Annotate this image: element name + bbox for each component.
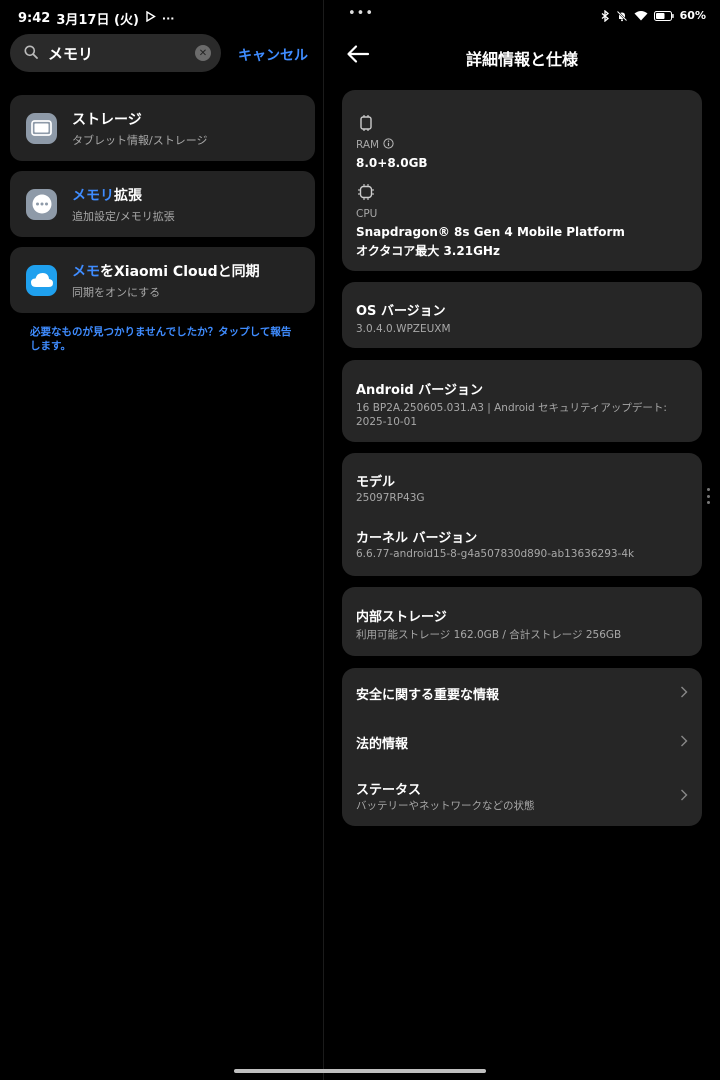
info-links-card: 安全に関する重要な情報 法的情報 ステータス バッテリーやネットワークなどの状態: [342, 668, 702, 826]
pane-divider: [323, 0, 324, 1080]
internal-storage-value: 利用可能ストレージ 162.0GB / 合計ストレージ 256GB: [356, 629, 622, 641]
internal-storage-title: 内部ストレージ: [356, 610, 447, 625]
ram-value: 8.0+8.0GB: [356, 156, 428, 170]
page-title: 詳細情報と仕様: [465, 50, 578, 69]
chevron-right-icon: [681, 735, 688, 747]
internal-storage-card[interactable]: 内部ストレージ 利用可能ストレージ 162.0GB / 合計ストレージ 256G…: [342, 587, 702, 656]
kernel-version-title: カーネル バージョン: [356, 531, 478, 546]
cpu-frequency: オクタコア最大 3.21GHz: [356, 244, 500, 258]
model-title: モデル: [356, 475, 396, 490]
os-version-card[interactable]: OS バージョン 3.0.4.0.WPZEUXM: [342, 282, 702, 348]
wifi-icon: [634, 10, 648, 21]
model-value: 25097RP43G: [356, 492, 425, 504]
info-icon[interactable]: [383, 138, 394, 152]
status-item[interactable]: ステータス バッテリーやネットワークなどの状態: [342, 764, 702, 826]
result-title: ストレージ: [72, 111, 142, 128]
memory-chip-icon: [359, 115, 373, 135]
result-title: メモをXiaomi Cloudと同期: [72, 263, 260, 280]
home-gesture-bar[interactable]: [234, 1069, 486, 1073]
result-title: メモリ拡張: [72, 187, 142, 204]
search-query[interactable]: メモリ: [48, 43, 195, 64]
bluetooth-icon: [601, 9, 610, 22]
clear-search-icon[interactable]: ✕: [195, 45, 211, 61]
os-version-value: 3.0.4.0.WPZEUXM: [356, 323, 451, 335]
storage-icon: [26, 112, 57, 144]
search-result-storage[interactable]: ストレージ タブレット情報/ストレージ: [10, 95, 315, 161]
cpu-value: Snapdragon® 8s Gen 4 Mobile Platform: [356, 225, 625, 239]
result-subtitle: 追加設定/メモリ拡張: [72, 209, 175, 223]
battery-icon: [653, 10, 674, 21]
ram-label-row: RAM: [356, 138, 394, 152]
result-subtitle: タブレット情報/ストレージ: [72, 133, 208, 147]
hardware-card: RAM 8.0+8.0GB CPU Snapdragon® 8s Gen 4 M…: [342, 90, 702, 271]
safety-info-item[interactable]: 安全に関する重要な情報: [342, 668, 702, 716]
bell-off-icon: [616, 10, 628, 22]
battery-percent: 60%: [679, 9, 706, 22]
search-result-memory-expansion[interactable]: メモリ拡張 追加設定/メモリ拡張: [10, 171, 315, 237]
legal-info-title: 法的情報: [356, 737, 409, 752]
legal-info-item[interactable]: 法的情報: [342, 716, 702, 764]
chevron-right-icon: [681, 789, 688, 801]
status-bar-right: 60%: [601, 9, 706, 22]
result-subtitle: 同期をオンにする: [72, 285, 161, 299]
status-subtitle: バッテリーやネットワークなどの状態: [356, 800, 535, 812]
ram-label: RAM: [356, 139, 380, 151]
status-title: ステータス: [356, 783, 422, 798]
report-missing-link[interactable]: 必要なものが見つかりませんでしたか？タップして報告します。: [30, 325, 298, 353]
android-version-card[interactable]: Android バージョン 16 BP2A.250605.031.A3 | An…: [342, 360, 702, 442]
multitask-dots[interactable]: •••: [348, 6, 374, 21]
cancel-button[interactable]: キャンセル: [238, 45, 308, 65]
pane-resize-handle[interactable]: [707, 488, 711, 504]
chevron-right-icon: [681, 686, 688, 698]
safety-info-title: 安全に関する重要な情報: [356, 688, 500, 703]
android-version-title: Android バージョン: [356, 383, 483, 398]
cpu-chip-icon: [358, 184, 374, 204]
search-input[interactable]: メモリ ✕: [10, 34, 221, 72]
kernel-version-value: 6.6.77-android15-8-g4a507830d890-ab13636…: [356, 548, 635, 560]
android-version-value: 16 BP2A.250605.031.A3 | Android セキュリティアッ…: [356, 402, 667, 428]
search-result-xiaomi-cloud[interactable]: メモをXiaomi Cloudと同期 同期をオンにする: [10, 247, 315, 313]
xiaomi-cloud-icon: [26, 264, 57, 296]
search-pane: メモリ ✕ キャンセル ストレージ タブレット情報/ストレージ メモリ拡張 追加…: [0, 0, 323, 1080]
cpu-label: CPU: [356, 208, 378, 220]
os-version-title: OS バージョン: [356, 304, 446, 319]
model-kernel-card: モデル 25097RP43G カーネル バージョン 6.6.77-android…: [342, 453, 702, 576]
memory-expansion-icon: [26, 188, 57, 220]
search-icon: [24, 44, 38, 63]
